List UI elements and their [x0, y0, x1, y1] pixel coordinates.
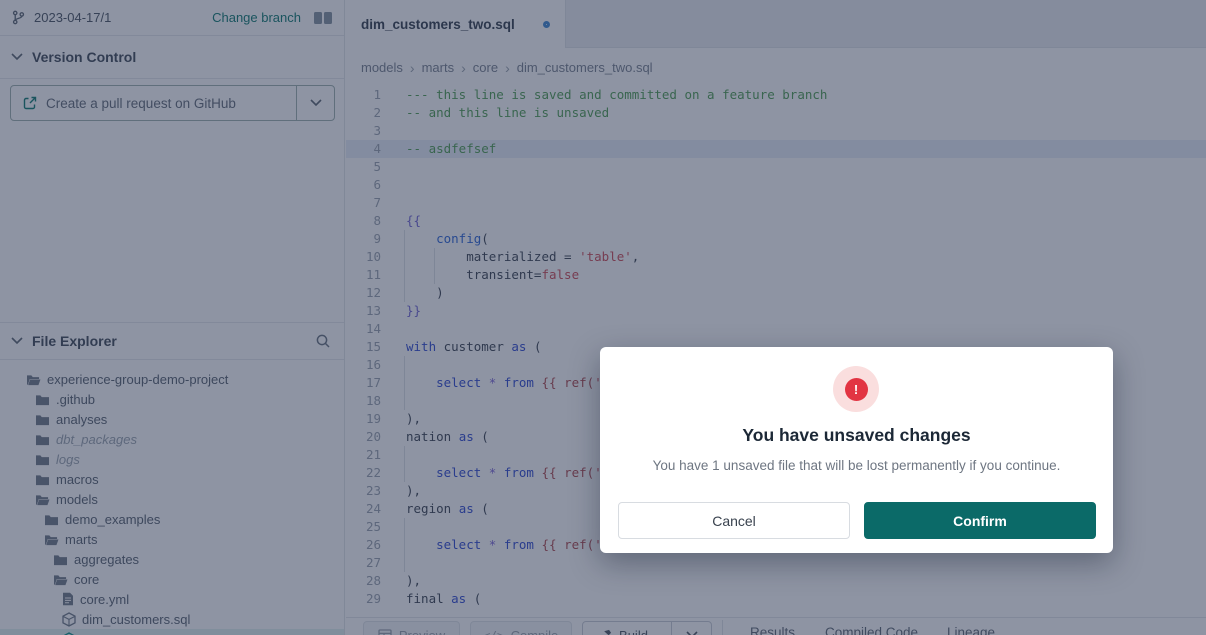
dialog-title: You have unsaved changes — [600, 425, 1113, 446]
dialog-message: You have 1 unsaved file that will be los… — [600, 458, 1113, 473]
dbt-ide-window: 2023-04-17/1 Change branch Version Contr… — [0, 0, 1206, 635]
cancel-button[interactable]: Cancel — [618, 502, 850, 539]
exclamation-icon: ! — [845, 378, 868, 401]
alert-icon: ! — [833, 366, 879, 412]
unsaved-changes-dialog: ! You have unsaved changes You have 1 un… — [600, 347, 1113, 553]
confirm-button[interactable]: Confirm — [864, 502, 1096, 539]
dialog-actions: Cancel Confirm — [618, 502, 1096, 539]
